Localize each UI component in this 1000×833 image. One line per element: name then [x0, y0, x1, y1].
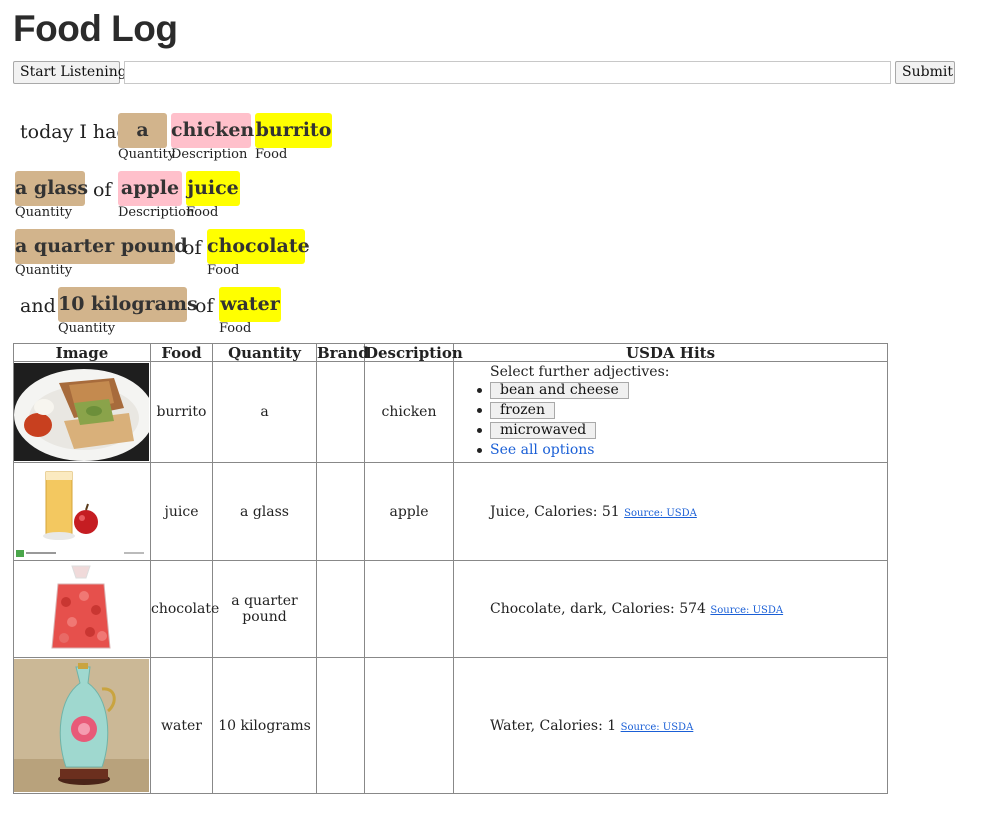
speech-text-input[interactable] [124, 61, 891, 84]
adjective-button-bean-and-cheese[interactable]: bean and cheese [490, 382, 629, 399]
food-image-cell [13, 657, 151, 794]
quantity-cell: a quarter pound [212, 560, 317, 658]
sentence-line: today I had a Quantity chicken Descripti… [0, 113, 1000, 163]
entity-tag: Food [207, 263, 240, 278]
sentence-text: and [20, 295, 56, 317]
entity-tag: Quantity [58, 321, 116, 336]
description-cell: chicken [364, 361, 454, 463]
description-chip[interactable]: apple [118, 171, 182, 206]
table-row: chocolate a quarter pound Chocolate, dar… [13, 560, 888, 658]
entity-tag: Food [186, 205, 219, 220]
page-title: Food Log [13, 8, 178, 49]
usda-source-link[interactable]: Source: USDA [624, 508, 697, 519]
apple-juice-photo-icon [14, 464, 149, 559]
token-description: chicken Description [171, 113, 254, 162]
food-chip[interactable]: water [219, 287, 281, 322]
usda-hit-text: Chocolate, dark, Calories: 574 [490, 601, 706, 617]
quantity-chip[interactable]: a [118, 113, 167, 148]
adjectives-label: Select further adjectives: [490, 364, 670, 380]
adjective-button-frozen[interactable]: frozen [490, 402, 555, 419]
column-header-image: Image [13, 343, 151, 362]
food-chip[interactable]: juice [186, 171, 240, 206]
entity-tag: Food [255, 147, 288, 162]
column-header-description: Description [364, 343, 463, 362]
adjectives-list: bean and cheese frozen microwaved See al… [477, 380, 887, 460]
food-image-cell [13, 462, 151, 561]
entity-tag: Description [118, 205, 195, 220]
food-cell: water [150, 657, 213, 794]
results-table: Image Food Quantity Brand Description US… [13, 343, 888, 794]
token-quantity: 10 kilograms Quantity [58, 287, 198, 336]
token-food: burrito Food [255, 113, 332, 162]
chocolate-bag-photo-icon [14, 562, 149, 656]
list-item: See all options [477, 440, 887, 460]
quantity-cell: 10 kilograms [212, 657, 317, 794]
food-cell: chocolate [150, 560, 219, 658]
sentence-line: and 10 kilograms Quantity of water Food [0, 287, 1000, 337]
usda-hit-text: Juice, Calories: 51 [490, 503, 620, 520]
token-quantity: a Quantity [118, 113, 175, 162]
brand-cell [316, 657, 365, 794]
list-item: bean and cheese [477, 380, 887, 400]
sentence-line: a quarter pound Quantity of chocolate Fo… [0, 229, 1000, 279]
sentence-text: today I had [20, 121, 129, 143]
entity-tag: Quantity [15, 263, 73, 278]
quantity-cell: a [212, 361, 317, 463]
column-header-food: Food [150, 343, 213, 362]
token-quantity: a quarter pound Quantity [15, 229, 188, 278]
description-chip[interactable]: chicken [171, 113, 254, 148]
token-food: juice Food [186, 171, 240, 220]
food-cell: juice [150, 462, 213, 561]
usda-source-link[interactable]: Source: USDA [710, 605, 783, 616]
adjective-button-microwaved[interactable]: microwaved [490, 422, 597, 439]
submit-button[interactable]: Submit [895, 61, 955, 84]
description-cell: apple [364, 462, 454, 561]
sentence-text: of [183, 237, 202, 259]
start-listening-button[interactable]: Start Listening [13, 61, 127, 84]
food-chip[interactable]: chocolate [207, 229, 310, 264]
usda-hits-cell: Juice, Calories: 51 Source: USDA [453, 462, 888, 561]
column-header-quantity: Quantity [212, 343, 317, 362]
sentence-line: a glass Quantity of apple Description ju… [0, 171, 1000, 221]
entity-tag: Food [219, 321, 252, 336]
see-all-options-link[interactable]: See all options [490, 442, 595, 458]
token-quantity: a glass Quantity [15, 171, 88, 220]
sentence-text: of [93, 179, 112, 201]
usda-hit-text: Water, Calories: 1 [490, 717, 617, 734]
token-food: water Food [219, 287, 281, 336]
vase-photo-icon [14, 659, 149, 792]
column-header-usda-hits: USDA Hits [453, 343, 888, 362]
usda-hits-cell: Chocolate, dark, Calories: 574 Source: U… [453, 560, 888, 658]
brand-cell [316, 361, 365, 463]
quantity-chip[interactable]: a glass [15, 171, 88, 206]
table-row: water 10 kilograms Water, Calories: 1 So… [13, 657, 888, 794]
usda-hits-cell: Select further adjectives: bean and chee… [453, 361, 888, 463]
table-header-row: Image Food Quantity Brand Description US… [13, 343, 888, 362]
list-item: frozen [477, 400, 887, 420]
food-cell: burrito [150, 361, 213, 463]
food-image-cell [13, 361, 151, 463]
food-chip[interactable]: burrito [255, 113, 332, 148]
quantity-cell: a glass [212, 462, 317, 561]
burrito-photo-icon [14, 363, 149, 461]
usda-hits-cell: Water, Calories: 1 Source: USDA [453, 657, 888, 794]
brand-cell [316, 462, 365, 561]
table-row: burrito a chicken Select further adjecti… [13, 361, 888, 463]
quantity-chip[interactable]: 10 kilograms [58, 287, 198, 322]
sentence-text: of [195, 295, 214, 317]
food-image-cell [13, 560, 151, 658]
entity-tag: Description [171, 147, 248, 162]
entity-tag: Quantity [118, 147, 176, 162]
entity-tag: Quantity [15, 205, 73, 220]
token-description: apple Description [118, 171, 194, 220]
brand-cell [316, 560, 365, 658]
usda-source-link[interactable]: Source: USDA [621, 722, 694, 733]
description-cell [364, 657, 454, 794]
description-cell [364, 560, 454, 658]
list-item: microwaved [477, 420, 887, 440]
quantity-chip[interactable]: a quarter pound [15, 229, 188, 264]
token-food: chocolate Food [207, 229, 310, 278]
table-row: juice a glass apple Juice, Calories: 51 … [13, 462, 888, 561]
column-header-brand: Brand [316, 343, 369, 362]
